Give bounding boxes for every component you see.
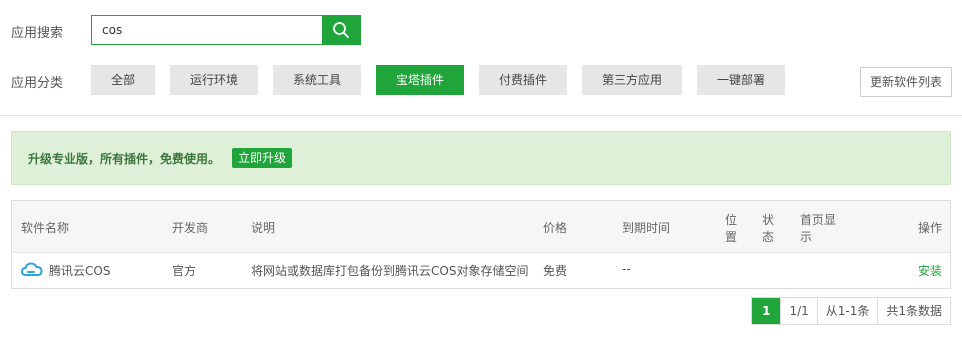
header-position-2: 置 <box>725 230 738 244</box>
category-all[interactable]: 全部 <box>91 65 155 95</box>
header-price: 价格 <box>543 221 568 235</box>
header-position-1: 位 <box>725 213 738 227</box>
category-one-click-deploy[interactable]: 一键部署 <box>697 65 785 95</box>
search-input[interactable] <box>92 16 322 44</box>
header-expire: 到期时间 <box>622 221 671 235</box>
category-bt-plugins[interactable]: 宝塔插件 <box>376 65 464 95</box>
pagination: 1 1/1 从1-1条 共1条数据 <box>751 297 951 325</box>
notice-text: 升级专业版，所有插件，免费使用。 <box>28 151 221 166</box>
search-button[interactable] <box>322 16 360 44</box>
page-count: 1/1 <box>780 298 816 324</box>
page-range: 从1-1条 <box>816 298 878 324</box>
search-box <box>91 15 361 45</box>
header-status-1: 状 <box>762 213 775 227</box>
row-description: 将网站或数据库打包备份到腾讯云COS对象存储空间 <box>251 264 529 278</box>
update-software-list-button[interactable]: 更新软件列表 <box>859 67 952 97</box>
header-description: 说明 <box>251 221 276 235</box>
row-name: 腾讯云COS <box>49 264 111 278</box>
divider <box>0 115 962 116</box>
software-table: 软件名称 开发商 说明 价格 到期时间 位 置 状 态 首页显 示 操作 腾讯云… <box>11 200 951 289</box>
header-homepage-2: 示 <box>800 230 813 244</box>
upgrade-now-button[interactable]: 立即升级 <box>232 148 293 168</box>
upgrade-notice: 升级专业版，所有插件，免费使用。 立即升级 <box>11 131 951 185</box>
header-developer: 开发商 <box>172 221 209 235</box>
category-system-tools[interactable]: 系统工具 <box>273 65 361 95</box>
category-label: 应用分类 <box>11 76 64 91</box>
header-name: 软件名称 <box>21 221 70 235</box>
install-link[interactable]: 安装 <box>918 262 942 279</box>
category-paid-plugins[interactable]: 付费插件 <box>479 65 567 95</box>
table-header: 软件名称 开发商 说明 价格 到期时间 位 置 状 态 首页显 示 操作 <box>12 201 950 253</box>
page-total: 共1条数据 <box>877 298 950 324</box>
row-developer: 官方 <box>172 264 197 278</box>
header-status-2: 态 <box>762 230 775 244</box>
row-expire: -- <box>622 262 631 276</box>
cloud-icon <box>20 261 43 280</box>
header-homepage-1: 首页显 <box>800 213 837 227</box>
search-icon <box>333 22 349 38</box>
header-action: 操作 <box>917 221 942 235</box>
search-label: 应用搜索 <box>11 26 64 41</box>
row-price: 免费 <box>543 264 568 278</box>
page-current[interactable]: 1 <box>752 298 781 324</box>
category-runtime[interactable]: 运行环境 <box>170 65 258 95</box>
category-third-party[interactable]: 第三方应用 <box>582 65 682 95</box>
